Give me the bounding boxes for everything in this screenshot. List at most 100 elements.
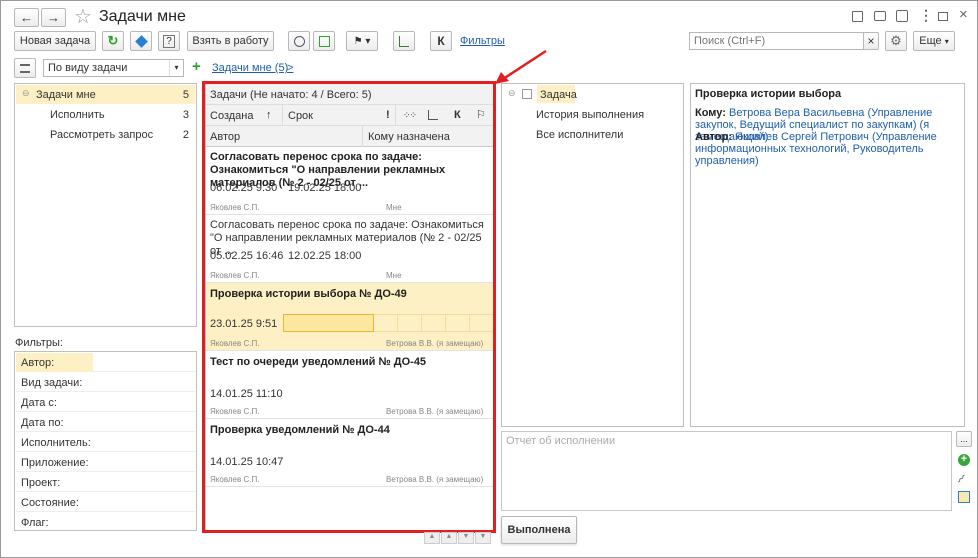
help-button[interactable]: ? xyxy=(158,31,180,51)
add-tab-icon[interactable]: + xyxy=(192,58,201,75)
search-input[interactable] xyxy=(689,32,864,50)
menu-icon[interactable]: ⋮ xyxy=(919,7,933,24)
filter-label: Вид задачи: xyxy=(21,377,83,389)
flag-menu-button[interactable]: ⚑ ▾ xyxy=(346,31,378,51)
tree-expander-icon[interactable]: ⊖ xyxy=(508,88,516,99)
author-link[interactable]: Яковлев Сергей Петрович (Управление инфо… xyxy=(695,131,937,167)
collapse-icon: ⊖ xyxy=(22,88,30,98)
print-icon[interactable] xyxy=(874,11,886,21)
forward-button[interactable]: → xyxy=(41,8,66,27)
refresh-button[interactable]: ↻ xyxy=(102,31,124,51)
filter-executor[interactable]: Исполнитель: xyxy=(16,433,195,452)
back-button[interactable]: ← xyxy=(14,8,39,27)
detail-author: Автор: Яковлев Сергей Петрович (Управлен… xyxy=(695,131,961,167)
filter-author[interactable]: Автор: xyxy=(16,353,195,372)
filters-link[interactable]: Фильтры xyxy=(460,35,505,47)
navigate-button[interactable] xyxy=(130,31,152,51)
filter-project[interactable]: Проект: xyxy=(16,473,195,492)
filter-flag[interactable]: Флаг: xyxy=(16,513,195,531)
clock-button[interactable] xyxy=(288,31,310,51)
diamond-arrow-icon xyxy=(134,34,148,48)
filter-label: Приложение: xyxy=(21,457,89,469)
group-row-execute[interactable]: Исполнить 3 xyxy=(16,105,195,124)
highlight-box xyxy=(202,81,496,533)
paperclip-icon[interactable]: ⌇ xyxy=(954,472,968,486)
group-count: 5 xyxy=(182,89,189,101)
filter-label: Дата по: xyxy=(21,417,64,429)
export-icon xyxy=(318,35,330,47)
settings-button[interactable]: ⚙ xyxy=(885,31,907,51)
tree-root-label: Задача xyxy=(540,89,577,101)
scroll-top-button[interactable]: ▲ xyxy=(424,532,440,544)
group-count: 2 xyxy=(182,129,189,141)
take-to-work-button[interactable]: Взять в работу xyxy=(187,31,274,51)
question-icon: ? xyxy=(163,34,175,48)
window-frame: ← → ☆ Задачи мне ⋮ × Новая задача ↻ ? Вз… xyxy=(0,0,978,558)
filter-state[interactable]: Состояние: xyxy=(16,493,195,512)
more-label: Еще xyxy=(919,35,942,47)
group-by-value: По виду задачи xyxy=(48,62,128,74)
filter-date-to[interactable]: Дата по: xyxy=(16,413,195,432)
more-button[interactable]: Еще ▾ xyxy=(913,31,955,51)
filter-label: Состояние: xyxy=(21,497,79,509)
filter-label: Автор: xyxy=(21,357,55,369)
group-label: Рассмотреть запрос xyxy=(50,129,154,141)
tree-item-all-executors[interactable]: Все исполнители xyxy=(536,129,623,141)
save-icon[interactable] xyxy=(852,11,863,22)
filter-attachment[interactable]: Приложение: xyxy=(16,453,195,472)
group-count: 3 xyxy=(182,109,189,121)
recipient-label: Кому: xyxy=(695,107,726,119)
scroll-up-button[interactable]: ▲ xyxy=(441,532,457,544)
list-settings-icon xyxy=(20,63,30,73)
restore-icon[interactable] xyxy=(938,12,948,21)
filter-task-type[interactable]: Вид задачи: xyxy=(16,373,195,392)
gear-icon: ⚙ xyxy=(890,33,902,48)
group-row-review[interactable]: Рассмотреть запрос 2 xyxy=(16,125,195,144)
add-icon[interactable]: + xyxy=(958,454,970,466)
dropdown-arrow-icon: ▾ xyxy=(169,60,183,76)
tree-root-checkbox[interactable] xyxy=(522,89,532,99)
annotation-arrow-icon xyxy=(495,49,547,84)
author-label: Автор: xyxy=(695,131,732,143)
filter-date-from[interactable]: Дата с: xyxy=(16,393,195,412)
group-label: Задачи мне xyxy=(36,89,96,101)
tree-icon xyxy=(399,35,409,47)
export-button[interactable] xyxy=(313,31,335,51)
close-icon[interactable]: × xyxy=(959,6,968,23)
copy-attachments-icon[interactable] xyxy=(958,491,970,503)
chevron-down-icon: ▾ xyxy=(944,36,949,46)
group-row-all[interactable]: ⊖ Задачи мне 5 xyxy=(16,85,195,104)
scroll-down-button[interactable]: ▼ xyxy=(458,532,474,544)
k-button[interactable]: К xyxy=(430,31,452,51)
favorite-star-icon[interactable]: ☆ xyxy=(74,4,92,29)
report-field[interactable]: Отчет об исполнении xyxy=(501,431,952,511)
tab-next-arrow[interactable]: > xyxy=(287,62,293,74)
done-button[interactable]: Выполнена xyxy=(501,516,577,544)
search-clear-button[interactable]: × xyxy=(863,32,879,50)
group-label: Исполнить xyxy=(50,109,105,121)
groups-panel: ⊖ Задачи мне 5 Исполнить 3 Рассмотреть з… xyxy=(14,83,197,327)
filter-label: Исполнитель: xyxy=(21,437,91,449)
scroll-bottom-button[interactable]: ▼ xyxy=(475,532,491,544)
filter-label: Флаг: xyxy=(21,517,49,529)
detail-title: Проверка истории выбора xyxy=(695,88,842,100)
filters-panel: Автор: Вид задачи: Дата с: Дата по: Испо… xyxy=(14,351,197,531)
tree-item-history[interactable]: История выполнения xyxy=(536,109,644,121)
new-task-button[interactable]: Новая задача xyxy=(14,31,96,51)
group-by-select[interactable]: По виду задачи ▾ xyxy=(43,59,184,77)
window-title: Задачи мне xyxy=(99,8,186,25)
filter-label: Проект: xyxy=(21,477,61,489)
clock-icon xyxy=(293,35,305,47)
settings-list-button[interactable] xyxy=(14,58,36,78)
report-placeholder: Отчет об исполнении xyxy=(506,435,616,447)
arrow-left-icon: ← xyxy=(20,10,33,25)
tree-root-item[interactable]: Задача xyxy=(537,85,577,103)
filter-label: Дата с: xyxy=(21,397,57,409)
tab-tasks-to-me[interactable]: Задачи мне (5) xyxy=(212,62,288,74)
link-icon[interactable] xyxy=(896,10,908,22)
refresh-icon: ↻ xyxy=(107,33,119,48)
filters-title: Фильтры: xyxy=(15,337,63,349)
arrow-right-icon: → xyxy=(47,10,60,25)
tree-view-button[interactable] xyxy=(393,31,415,51)
report-more-button[interactable]: ... xyxy=(956,431,972,447)
